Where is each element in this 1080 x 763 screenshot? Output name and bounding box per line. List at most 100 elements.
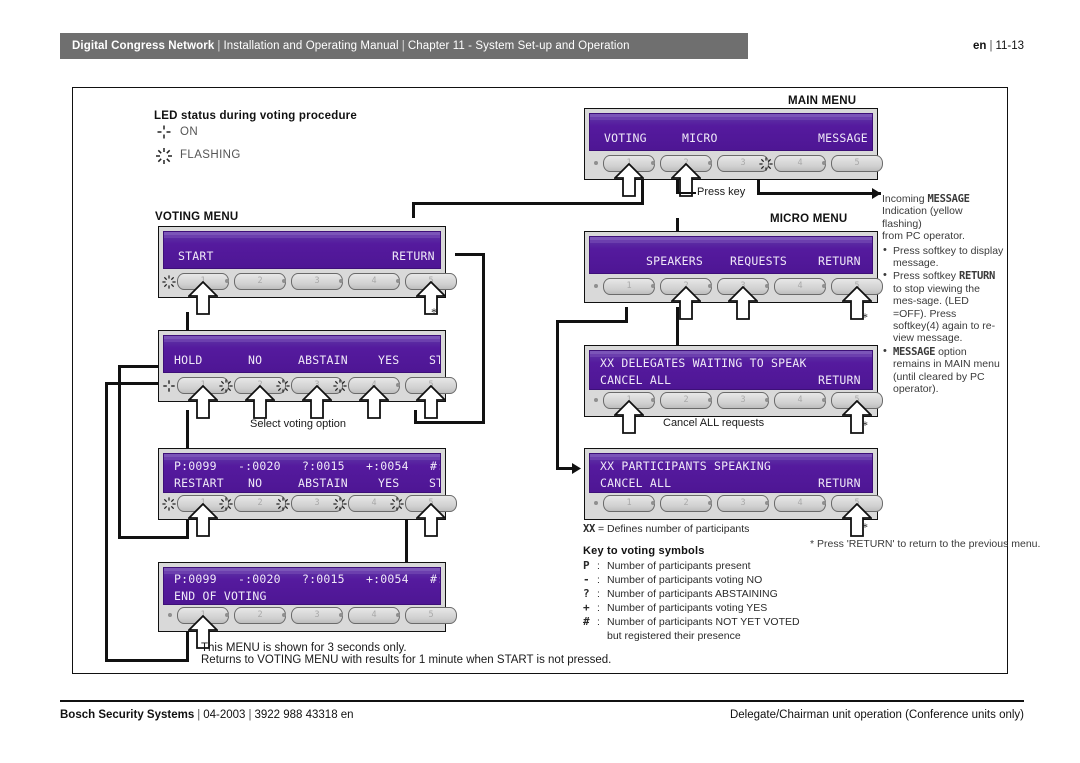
screen-line-2: CANCEL ALL RETURN: [590, 476, 872, 490]
led-indicator-off: [225, 279, 229, 283]
footer-right: Delegate/Chairman unit operation (Confer…: [729, 709, 1024, 721]
screen-line-1: XX DELEGATES WAITING TO SPEAK: [590, 356, 872, 370]
connector-to-main-horiz: [412, 202, 644, 205]
led-indicator-off: [396, 279, 400, 283]
message-bullet-3: MESSAGE option remains in MAIN menu (unt…: [882, 345, 1004, 396]
led-indicator-flashing: [276, 379, 290, 393]
key-symbol-colon: :: [597, 560, 600, 572]
screen-text-cell: RETURN: [392, 249, 435, 263]
screen-voting-results: P:0099 -:0020 ?:0015 +:0054 #:0010 RESTART NO…: [163, 453, 441, 493]
softkey-button-3[interactable]: 3: [291, 607, 343, 624]
softkey-button-2[interactable]: 2: [234, 607, 286, 624]
connector-return-right: [455, 253, 485, 256]
screen-text-cell: STOP: [429, 353, 440, 367]
led-indicator-off: [765, 284, 769, 288]
xx-defines-label: XX = Defines number of participants: [583, 523, 749, 535]
softkey-button-5[interactable]: 5: [831, 155, 883, 172]
keypad-participants-speaking[interactable]: 12345: [589, 490, 883, 516]
softkey-button-4[interactable]: 4: [774, 278, 826, 295]
press-key-label: Press key: [697, 186, 746, 198]
connector-results-left: [118, 536, 189, 539]
softkey-button-4[interactable]: 4: [774, 155, 826, 172]
led-indicator-off: [822, 398, 826, 402]
key-symbol-glyph: +: [583, 601, 590, 615]
screen-text-cell: MESSAGE: [818, 131, 868, 145]
connector-return-bottom: [414, 421, 485, 424]
callout-arrow-key-5: [416, 503, 446, 537]
key-symbol-description: Number of participants present: [607, 560, 751, 572]
message-word-2: MESSAGE: [893, 345, 936, 358]
screen-voting-start: START RETURN: [163, 231, 441, 269]
led-flashing-label: FLASHING: [180, 149, 241, 161]
key-symbol-row: P: Number of participants present: [583, 559, 800, 574]
callout-arrow-key-1: [614, 400, 644, 434]
softkey-button-3[interactable]: 3: [291, 273, 343, 290]
key-symbol-glyph: ?: [583, 587, 590, 601]
led-indicator-off: [651, 161, 655, 165]
connector-results-to-end: [405, 519, 408, 563]
led-indicator-off: [708, 161, 712, 165]
screen-line-2: END OF VOTING: [164, 589, 440, 603]
led-indicator-flashing: [162, 497, 176, 511]
softkey-button-3[interactable]: 3: [717, 495, 769, 512]
led-indicator-on: [162, 379, 176, 393]
screen-text-cell: END OF VOTING: [174, 589, 267, 603]
xx-defines-rest: = Defines number of participants: [595, 523, 750, 535]
softkey-button-4[interactable]: 4: [774, 392, 826, 409]
screen-text-cell: XX PARTICIPANTS SPEAKING: [600, 459, 771, 473]
led-indicator-off: [339, 613, 343, 617]
screen-text-cell: P:0099: [174, 572, 217, 586]
unit-voting-results: P:0099 -:0020 ?:0015 +:0054 #:0010 RESTART NO…: [158, 448, 457, 537]
callout-arrow-key-5: [416, 385, 446, 419]
key-symbols-table: P: Number of participants present -: Number…: [583, 559, 800, 645]
key-symbol-colon: :: [597, 602, 600, 615]
screen-line-1: HOLD NO ABSTAIN YES STOP: [164, 353, 440, 367]
callout-arrow-key-3: [728, 286, 758, 320]
screen-delegates-waiting: XX DELEGATES WAITING TO SPEAK CANCEL ALL…: [589, 350, 873, 390]
softkey-button-4[interactable]: 4: [348, 607, 400, 624]
connector-end-left: [105, 659, 189, 662]
led-indicator-off: [594, 284, 598, 288]
screen-text-cell: XX DELEGATES WAITING TO SPEAK: [600, 356, 807, 370]
key-symbol-description: Number of participants NOT YET VOTED: [607, 616, 800, 629]
softkey-button-2[interactable]: 2: [660, 392, 712, 409]
softkey-button-4[interactable]: 4: [774, 495, 826, 512]
led-flashing-icon: [155, 147, 173, 165]
cancel-all-requests-label: Cancel ALL requests: [663, 417, 765, 429]
unit-end-of-voting: P:0099 -:0020 ?:0015 +:0054 #:0010 END OF VO…: [158, 562, 457, 649]
softkey-button-3[interactable]: 3: [717, 392, 769, 409]
led-indicator-off: [822, 501, 826, 505]
return-word: RETURN: [958, 270, 996, 283]
led-indicator-off: [765, 398, 769, 402]
asterisk-delegates: *: [862, 418, 868, 432]
key-symbol-row: -: Number of participants voting NO: [583, 573, 800, 588]
screen-text-cell: SPEAKERS: [646, 254, 703, 268]
footer-left: Bosch Security Systems | 04-2003 | 3922 988 …: [60, 709, 354, 721]
softkey-button-1[interactable]: 1: [603, 278, 655, 295]
softkey-button-2[interactable]: 2: [234, 273, 286, 290]
key-symbol-glyph: P: [583, 559, 590, 572]
unit-main-menu: VOTINGMICROMESSAGE 12345: [584, 108, 883, 197]
header-brand: Digital Congress Network: [72, 40, 215, 52]
voting-menu-title: VOTING MENU: [155, 211, 239, 223]
led-indicator-flashing: [333, 497, 347, 511]
led-indicator-flashing: [333, 379, 347, 393]
message-bullet-2: Press softkey RETURN to stop viewing the…: [882, 269, 1004, 344]
screen-text-cell: ABSTAIN: [298, 353, 348, 367]
connector-end-to-options: [105, 382, 158, 385]
screen-text-cell: YES: [378, 476, 400, 490]
footer-rule: [60, 700, 1024, 702]
page-header-bar: Digital Congress Network | Installation an…: [60, 33, 748, 59]
header-part1: Installation and Operating Manual: [223, 40, 399, 52]
led-indicator-off: [822, 284, 826, 288]
led-indicator-flashing: [219, 379, 233, 393]
led-indicator-off: [168, 613, 172, 617]
softkey-button-2[interactable]: 2: [660, 495, 712, 512]
softkey-button-1[interactable]: 1: [603, 495, 655, 512]
message-note-lead-a: Incoming: [882, 193, 928, 205]
key-symbol-glyph: #: [583, 615, 590, 629]
softkey-button-5[interactable]: 5: [405, 607, 457, 624]
led-indicator-flashing: [759, 157, 773, 171]
select-voting-option-label: Select voting option: [250, 418, 347, 430]
softkey-button-4[interactable]: 4: [348, 273, 400, 290]
